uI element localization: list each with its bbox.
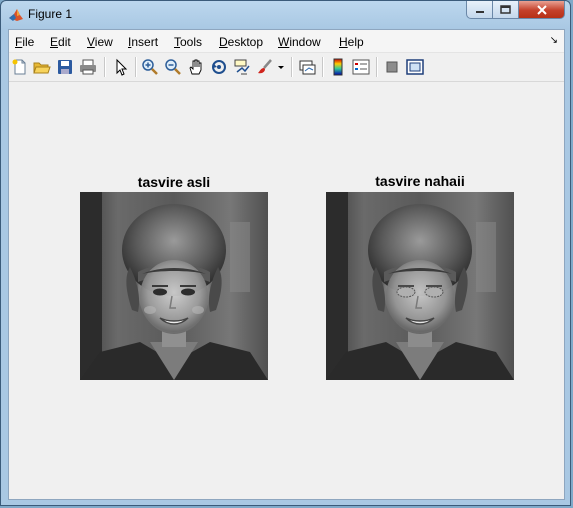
dock-arrow-icon[interactable]: ↘ — [550, 35, 558, 46]
close-icon — [536, 4, 547, 15]
menu-file[interactable]: File — [15, 35, 34, 49]
menu-view[interactable]: View — [87, 35, 113, 49]
maximize-icon — [500, 5, 511, 14]
hide-plot-tools-icon[interactable] — [383, 58, 401, 76]
open-file-icon[interactable] — [33, 58, 51, 76]
zoom-in-icon[interactable] — [141, 58, 159, 76]
original-image[interactable] — [80, 192, 268, 380]
matlab-icon — [9, 9, 23, 21]
menu-bar: File Edit View Insert Tools Desktop Wind… — [9, 30, 564, 53]
pan-hand-icon[interactable] — [187, 58, 205, 76]
edit-plot-arrow-icon[interactable] — [112, 58, 130, 76]
show-plot-tools-icon[interactable] — [406, 58, 424, 76]
axes-title-original: tasvire asli — [137, 174, 211, 190]
insert-colorbar-icon[interactable] — [329, 58, 347, 76]
link-plot-icon[interactable] — [298, 58, 316, 76]
figure-client: File Edit View Insert Tools Desktop Wind… — [8, 29, 565, 500]
menu-help[interactable]: Help — [339, 35, 364, 49]
figure-canvas[interactable]: tasvire asli tasvire nahaii — [9, 82, 564, 499]
insert-legend-icon[interactable] — [352, 58, 370, 76]
figure-toolbar — [9, 53, 564, 82]
minimize-button[interactable] — [466, 1, 493, 19]
window-title: Figure 1 — [28, 7, 73, 21]
zoom-out-icon[interactable] — [164, 58, 182, 76]
axes-title-result: tasvire nahaii — [375, 173, 465, 189]
menu-tools[interactable]: Tools — [174, 35, 202, 49]
menu-edit[interactable]: Edit — [50, 35, 71, 49]
title-bar[interactable]: Figure 1 — [1, 1, 570, 29]
menu-insert[interactable]: Insert — [128, 35, 158, 49]
brush-icon[interactable] — [256, 58, 274, 76]
data-cursor-icon[interactable] — [233, 58, 251, 76]
figure-window: Figure 1 File Edit View Insert Tools Des… — [0, 0, 571, 506]
maximize-button[interactable] — [493, 1, 519, 19]
rotate-3d-icon[interactable] — [210, 58, 228, 76]
new-figure-icon[interactable] — [11, 58, 29, 76]
close-button[interactable] — [519, 1, 565, 19]
menu-desktop[interactable]: Desktop — [219, 35, 263, 49]
result-image[interactable] — [326, 192, 514, 380]
save-icon[interactable] — [56, 58, 74, 76]
print-icon[interactable] — [79, 58, 97, 76]
brush-dropdown-icon[interactable] — [277, 58, 285, 76]
menu-window[interactable]: Window — [278, 35, 321, 49]
minimize-icon — [475, 10, 484, 13]
